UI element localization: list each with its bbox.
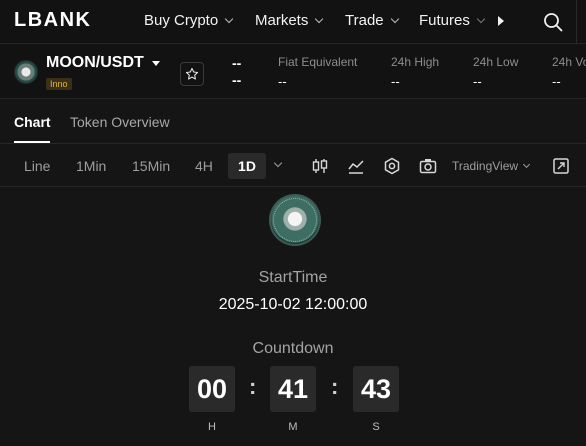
timeframe-1d[interactable]: 1D — [228, 153, 266, 179]
nav-divider — [576, 0, 577, 44]
content-tabs: Chart Token Overview — [0, 100, 586, 144]
countdown-separator: : — [249, 374, 257, 399]
pair-selector[interactable]: MOON/USDT — [46, 54, 160, 72]
chevron-down-icon — [523, 160, 531, 169]
nav-futures[interactable]: Futures — [419, 12, 486, 29]
fullscreen-icon[interactable] — [552, 157, 570, 175]
minutes-unit-label: M — [288, 421, 298, 433]
start-time-value: 2025-10-02 12:00:00 — [218, 296, 368, 313]
timeframe-1min[interactable]: 1Min — [76, 158, 106, 174]
stat-label: 24h High — [391, 55, 440, 69]
chevron-down-icon — [224, 14, 234, 23]
chevron-down-icon — [390, 14, 399, 23]
moon-coin-logo — [269, 194, 321, 246]
seconds-unit-label: S — [372, 421, 380, 433]
active-tab-indicator — [14, 141, 50, 143]
start-time-label: StartTime — [258, 269, 328, 286]
pair-header: MOON/USDT Inno -- -- Fiat Equivalent -- … — [0, 45, 586, 99]
nav-trade[interactable]: Trade — [345, 12, 399, 29]
inno-badge: Inno — [46, 78, 72, 90]
last-price-value: -- — [232, 55, 242, 71]
nav-trade-label: Trade — [345, 12, 384, 29]
nav-markets-label: Markets — [255, 12, 309, 29]
stat-value: -- — [473, 74, 482, 89]
stat-value: -- — [552, 74, 561, 89]
last-price: -- -- — [232, 55, 241, 89]
favorite-button[interactable] — [180, 62, 204, 86]
stat-label: Fiat Equivalent — [278, 55, 358, 69]
nav-buy-crypto[interactable]: Buy Crypto — [144, 12, 234, 29]
chart-view-label: TradingView — [452, 159, 519, 173]
chart-view-selector[interactable]: TradingView — [452, 159, 531, 173]
hours-unit-label: H — [208, 421, 216, 433]
tab-token-overview[interactable]: Token Overview — [70, 114, 170, 130]
stat-label: 24h Vo — [552, 55, 586, 69]
top-navigation: LBANK Buy Crypto Markets Trade Futures — [0, 0, 586, 44]
search-icon[interactable] — [543, 12, 563, 32]
countdown-separator: : — [331, 374, 339, 399]
pair-symbol: MOON/USDT — [46, 54, 144, 71]
indicator-icon[interactable] — [347, 157, 365, 175]
camera-icon[interactable] — [419, 157, 437, 175]
moon-coin-icon — [14, 60, 38, 84]
nav-buy-crypto-label: Buy Crypto — [144, 12, 219, 29]
star-icon — [185, 67, 199, 80]
countdown-minutes: 41 — [270, 366, 316, 412]
last-price-change: -- — [232, 72, 242, 88]
countdown-seconds: 43 — [353, 366, 399, 412]
timeframe-4h[interactable]: 4H — [195, 158, 213, 174]
tab-chart[interactable]: Chart — [14, 114, 51, 130]
candlestick-icon[interactable] — [311, 157, 329, 175]
countdown-hours: 00 — [189, 366, 235, 412]
nav-futures-label: Futures — [419, 12, 470, 29]
chart-toolbar: Line 1Min 15Min 4H 1D TradingView — [0, 145, 586, 187]
arrow-right-icon[interactable] — [498, 16, 504, 26]
stat-24h-high: 24h High -- — [391, 55, 439, 89]
stat-24h-low: 24h Low -- — [473, 55, 518, 89]
stat-value: -- — [278, 74, 287, 89]
countdown-label: Countdown — [252, 340, 334, 357]
chevron-down-icon — [476, 14, 486, 23]
timeframe-more-chevron-icon[interactable] — [273, 158, 283, 168]
stat-fiat-equivalent: Fiat Equivalent -- — [278, 55, 357, 89]
timeframe-line[interactable]: Line — [24, 158, 50, 174]
launch-countdown-panel: StartTime 2025-10-02 12:00:00 Countdown … — [0, 188, 586, 446]
timeframe-15min[interactable]: 15Min — [132, 158, 170, 174]
chevron-down-icon — [315, 14, 324, 23]
settings-icon[interactable] — [383, 157, 401, 175]
lbank-logo[interactable]: LBANK — [14, 9, 92, 32]
stat-value: -- — [391, 74, 400, 89]
stat-24h-volume: 24h Vo -- — [552, 55, 586, 89]
stat-label: 24h Low — [473, 55, 519, 69]
nav-markets[interactable]: Markets — [255, 12, 324, 29]
caret-down-icon — [151, 60, 160, 66]
